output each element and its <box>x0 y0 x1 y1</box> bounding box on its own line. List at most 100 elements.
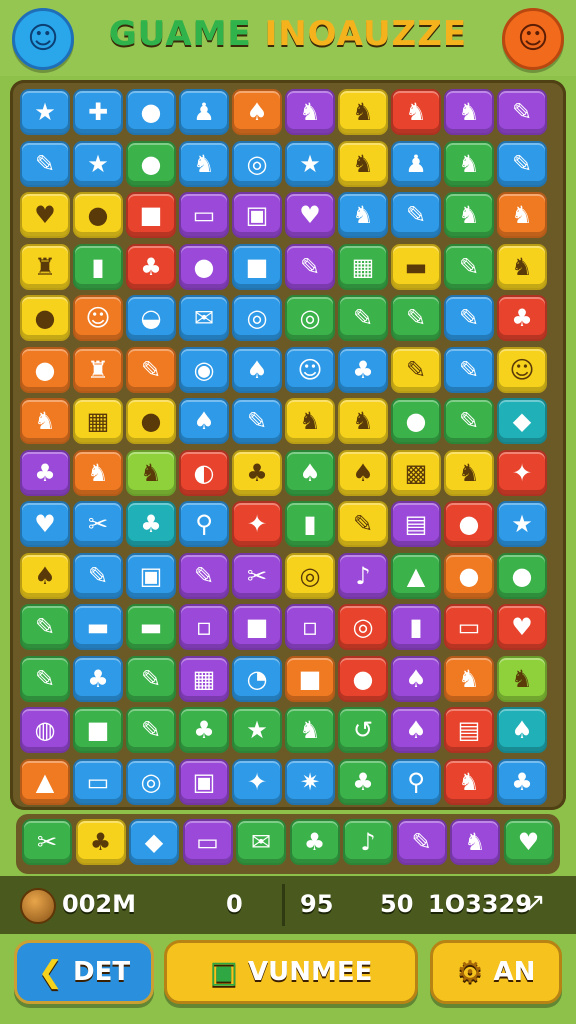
board-tile[interactable]: ▦ <box>338 243 388 290</box>
board-tile[interactable]: ✂ <box>73 501 123 547</box>
board-tile[interactable]: ✎ <box>391 346 441 393</box>
board-tile[interactable]: ▣ <box>232 192 282 238</box>
board-tile[interactable]: ✎ <box>285 243 335 290</box>
board-tile[interactable]: ★ <box>497 501 547 547</box>
board-tile[interactable]: ● <box>444 501 494 547</box>
board-tile[interactable]: ▫ <box>179 604 229 650</box>
board-tile[interactable]: ✎ <box>20 140 70 187</box>
board-tile[interactable]: ♞ <box>444 655 494 702</box>
board-tile[interactable]: ♣ <box>232 449 282 496</box>
board-tile[interactable]: ◍ <box>20 707 70 753</box>
board-tile[interactable]: ♣ <box>497 758 547 805</box>
board-tile[interactable]: ♟ <box>179 89 229 135</box>
board-tile[interactable]: ✎ <box>497 140 547 187</box>
board-tile[interactable]: ♞ <box>391 89 441 135</box>
board-tile[interactable]: ♣ <box>20 449 70 496</box>
board-tile[interactable]: ▮ <box>391 604 441 650</box>
board-tile[interactable]: ◎ <box>285 552 335 599</box>
tray-tile[interactable]: ✎ <box>396 819 447 865</box>
board-tile[interactable]: ● <box>126 89 176 135</box>
board-tile[interactable]: ♞ <box>444 449 494 496</box>
board-tile[interactable]: ✎ <box>126 346 176 393</box>
board-tile[interactable]: ▦ <box>179 655 229 702</box>
board-tile[interactable]: ● <box>391 398 441 444</box>
back-button[interactable]: ❮ DET <box>14 940 154 1004</box>
blue-face-icon[interactable]: ☺ <box>12 8 74 70</box>
board-tile[interactable]: ■ <box>285 655 335 702</box>
board-tile[interactable]: ♠ <box>179 398 229 444</box>
board-tile[interactable]: ● <box>338 655 388 702</box>
board-tile[interactable]: ♞ <box>20 398 70 444</box>
board-tile[interactable]: ★ <box>20 89 70 135</box>
board-tile[interactable]: ◎ <box>338 604 388 650</box>
board-tile[interactable]: ▬ <box>73 604 123 650</box>
board-tile[interactable]: ♥ <box>497 604 547 650</box>
tray-tile[interactable]: ♣ <box>289 819 340 865</box>
board-tile[interactable]: ✎ <box>20 655 70 702</box>
board-tile[interactable]: ◎ <box>232 140 282 187</box>
board-tile[interactable]: ✎ <box>126 707 176 753</box>
board-tile[interactable]: ▬ <box>126 604 176 650</box>
board-tile[interactable]: ♜ <box>73 346 123 393</box>
board-tile[interactable]: ◐ <box>179 449 229 496</box>
board-tile[interactable]: ✎ <box>179 552 229 599</box>
board-tile[interactable]: ♞ <box>338 89 388 135</box>
board-tile[interactable]: ♞ <box>444 140 494 187</box>
board-tile[interactable]: ▤ <box>391 501 441 547</box>
board-tile[interactable]: ▭ <box>444 604 494 650</box>
board-tile[interactable]: ✎ <box>444 398 494 444</box>
board-tile[interactable]: ☺ <box>497 346 547 393</box>
board-tile[interactable]: ■ <box>126 192 176 238</box>
board-tile[interactable]: ♞ <box>285 89 335 135</box>
board-tile[interactable]: ♣ <box>179 707 229 753</box>
board-tile[interactable]: ▭ <box>73 758 123 805</box>
board-tile[interactable]: ♞ <box>444 192 494 238</box>
board-tile[interactable]: ♣ <box>338 346 388 393</box>
board-tile[interactable]: ◎ <box>126 758 176 805</box>
board-tile[interactable]: ✎ <box>73 552 123 599</box>
board-tile[interactable]: ♥ <box>285 192 335 238</box>
tray-tile[interactable]: ✂ <box>22 819 72 865</box>
options-button[interactable]: ⚙ AN <box>430 940 562 1004</box>
board-tile[interactable]: ↺ <box>338 707 388 753</box>
board-tile[interactable]: ♠ <box>391 655 441 702</box>
board-tile[interactable]: ▤ <box>444 707 494 753</box>
board-tile[interactable]: ■ <box>232 604 282 650</box>
tray-tile[interactable]: ✉ <box>236 819 286 865</box>
board-tile[interactable]: ✎ <box>444 295 494 341</box>
board-tile[interactable]: ♞ <box>179 140 229 187</box>
tray-tile[interactable]: ▭ <box>182 819 233 865</box>
board-tile[interactable]: ✎ <box>391 295 441 341</box>
board-tile[interactable]: ♟ <box>391 140 441 187</box>
board-tile[interactable]: ♞ <box>444 758 494 805</box>
board-tile[interactable]: ♠ <box>338 449 388 496</box>
board-tile[interactable]: ✎ <box>444 346 494 393</box>
board-tile[interactable]: ★ <box>232 707 282 753</box>
board-tile[interactable]: ● <box>444 552 494 599</box>
board-tile[interactable]: ✎ <box>338 295 388 341</box>
board-tile[interactable]: ◉ <box>179 346 229 393</box>
board-tile[interactable]: ★ <box>285 140 335 187</box>
board-tile[interactable]: ✎ <box>126 655 176 702</box>
board-tile[interactable]: ▫ <box>285 604 335 650</box>
board-tile[interactable]: ♞ <box>338 192 388 238</box>
board-tile[interactable]: ♣ <box>126 243 176 290</box>
board-tile[interactable]: ■ <box>73 707 123 753</box>
board-tile[interactable]: ♞ <box>338 140 388 187</box>
board-tile[interactable]: ▬ <box>391 243 441 290</box>
board-tile[interactable]: ♠ <box>232 346 282 393</box>
board-tile[interactable]: ★ <box>73 140 123 187</box>
board-tile[interactable]: ♞ <box>285 398 335 444</box>
board-tile[interactable]: ◆ <box>497 398 547 444</box>
board-tile[interactable]: ✎ <box>497 89 547 135</box>
board-tile[interactable]: ☺ <box>73 295 123 341</box>
board-tile[interactable]: ● <box>20 346 70 393</box>
board-tile[interactable]: ♞ <box>444 89 494 135</box>
board-tile[interactable]: ▮ <box>285 501 335 547</box>
board-tile[interactable]: ● <box>497 552 547 599</box>
board-tile[interactable]: ✦ <box>497 449 547 496</box>
board-tile[interactable]: ✎ <box>444 243 494 290</box>
board-tile[interactable]: ● <box>73 192 123 238</box>
board-tile[interactable]: ✦ <box>232 501 282 547</box>
board-tile[interactable]: ✎ <box>232 398 282 444</box>
